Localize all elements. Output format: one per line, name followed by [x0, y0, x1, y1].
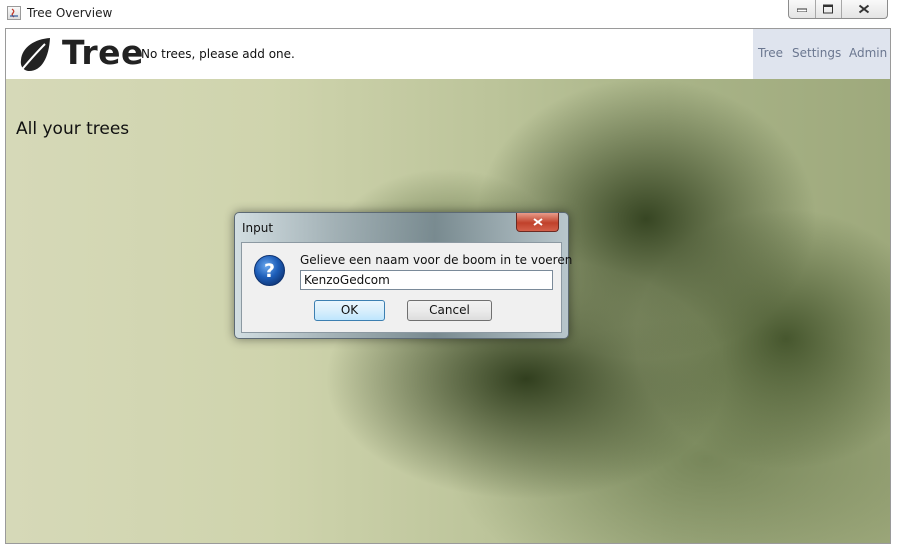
maximize-icon — [823, 4, 833, 14]
window-title: Tree Overview — [27, 6, 113, 20]
minimize-icon — [797, 8, 807, 12]
dialog-body: ? Gelieve een naam voor de boom in te vo… — [241, 242, 572, 333]
app-logo-text: Tree — [62, 33, 144, 72]
tree-name-input[interactable] — [300, 270, 553, 290]
java-app-icon — [7, 6, 21, 20]
window-controls — [788, 0, 888, 19]
top-nav: Tree Settings Admin — [753, 29, 890, 79]
question-icon: ? — [254, 255, 285, 286]
nav-item-tree[interactable]: Tree — [758, 46, 783, 60]
nav-item-settings[interactable]: Settings — [792, 46, 841, 60]
nav-item-admin[interactable]: Admin — [849, 46, 887, 60]
dialog-prompt: Gelieve een naam voor de boom in te voer… — [300, 253, 573, 267]
close-icon — [532, 218, 543, 226]
input-dialog: Input ? Gelieve een naam voor de boom in… — [234, 212, 572, 339]
leaf-icon — [18, 38, 50, 74]
close-button[interactable] — [841, 0, 887, 18]
title-bar: Tree Overview — [0, 0, 897, 28]
window-bottom-edge — [0, 544, 897, 550]
dialog-title: Input — [242, 221, 274, 235]
close-icon — [858, 4, 870, 14]
minimize-button[interactable] — [789, 0, 816, 18]
svg-text:?: ? — [264, 260, 275, 282]
dialog-close-button[interactable] — [516, 213, 559, 232]
app-header: Tree No trees, please add one. Tree Sett… — [6, 29, 890, 80]
page-heading: All your trees — [16, 119, 130, 139]
empty-trees-notice: No trees, please add one. — [141, 47, 295, 61]
cancel-button[interactable]: Cancel — [407, 300, 492, 321]
ok-button[interactable]: OK — [314, 300, 385, 321]
maximize-button[interactable] — [815, 0, 842, 18]
